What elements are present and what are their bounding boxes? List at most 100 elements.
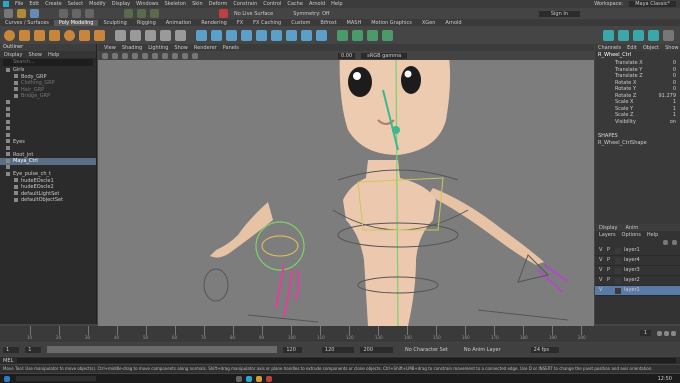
close-icon[interactable] bbox=[663, 29, 674, 41]
isolate-icon[interactable] bbox=[172, 52, 178, 59]
colorspace-select[interactable]: sRGB gamma bbox=[361, 52, 408, 59]
command-input[interactable] bbox=[17, 358, 676, 363]
hud-icon[interactable] bbox=[192, 52, 198, 59]
menu-skeleton[interactable]: Skeleton bbox=[164, 1, 186, 7]
poly-plane-icon[interactable] bbox=[79, 29, 90, 41]
shelf-tab[interactable]: Rigging bbox=[132, 20, 161, 26]
layer-row-selected[interactable]: Vlayer1 bbox=[595, 286, 680, 296]
viewport-menu-view[interactable]: View bbox=[104, 45, 116, 51]
poly-cone-icon[interactable] bbox=[49, 29, 60, 41]
play-icon[interactable] bbox=[664, 330, 669, 336]
start-icon[interactable] bbox=[4, 375, 10, 382]
menu-skin[interactable]: Skin bbox=[192, 1, 203, 7]
select-component-icon[interactable] bbox=[85, 9, 94, 18]
modeling-toolkit-icon[interactable] bbox=[603, 29, 614, 41]
attribute-editor-icon[interactable] bbox=[618, 29, 629, 41]
layer-row[interactable]: V Player2 bbox=[595, 276, 680, 286]
current-frame-field[interactable]: 1 bbox=[639, 330, 651, 336]
new-layer-selected-icon[interactable] bbox=[672, 239, 677, 245]
menu-arnold[interactable]: Arnold bbox=[309, 1, 325, 7]
outliner-menu-display[interactable]: Display bbox=[4, 52, 22, 58]
mirror-icon[interactable] bbox=[175, 29, 186, 41]
snap-curve-icon[interactable] bbox=[137, 9, 146, 18]
shelf-tab[interactable]: MASH bbox=[342, 20, 367, 26]
bridge-icon[interactable] bbox=[211, 29, 222, 41]
select-object-icon[interactable] bbox=[72, 9, 81, 18]
channel-box-icon[interactable] bbox=[648, 29, 659, 41]
menu-windows[interactable]: Windows bbox=[136, 1, 158, 7]
taskbar-app-icon[interactable] bbox=[246, 375, 252, 382]
channels-menu[interactable]: Channels bbox=[598, 45, 621, 51]
menu-modify[interactable]: Modify bbox=[89, 1, 106, 7]
command-line[interactable]: MEL bbox=[0, 357, 680, 364]
save-scene-icon[interactable] bbox=[30, 9, 39, 18]
multi-cut-icon[interactable] bbox=[271, 29, 282, 41]
taskbar-app-icon[interactable] bbox=[236, 375, 242, 382]
exposure-field[interactable]: 0.00 bbox=[338, 52, 356, 59]
range-end-field[interactable]: 120 bbox=[283, 346, 302, 353]
smooth-icon[interactable] bbox=[145, 29, 156, 41]
options-menu[interactable]: Options bbox=[622, 232, 641, 238]
viewport-menu-show[interactable]: Show bbox=[174, 45, 188, 51]
shelf-tab-active[interactable]: Poly Modeling bbox=[53, 19, 99, 26]
character-set-select[interactable]: No Character Set bbox=[405, 347, 448, 353]
wrist-control[interactable] bbox=[255, 221, 305, 271]
command-mode-label[interactable]: MEL bbox=[3, 358, 13, 364]
poly-cube-icon[interactable] bbox=[19, 29, 30, 41]
menu-select[interactable]: Select bbox=[68, 1, 83, 7]
anim-layer-select[interactable]: No Anim Layer bbox=[464, 347, 501, 353]
fill-hole-icon[interactable] bbox=[256, 29, 267, 41]
quad-draw-icon[interactable] bbox=[316, 29, 327, 41]
total-frame-field[interactable]: 200 bbox=[360, 346, 394, 353]
menu-help[interactable]: Help bbox=[331, 1, 342, 7]
layer-row[interactable]: V Player3 bbox=[595, 266, 680, 276]
menu-deform[interactable]: Deform bbox=[209, 1, 228, 7]
edit-menu[interactable]: Edit bbox=[627, 45, 637, 51]
workspace-select[interactable]: Maya Classic* bbox=[629, 1, 676, 7]
poly-cylinder-icon[interactable] bbox=[34, 29, 45, 41]
new-layer-icon[interactable] bbox=[663, 239, 668, 245]
layers-menu[interactable]: Layers bbox=[599, 232, 616, 238]
viewport-panel[interactable]: View Shading Lighting Show Renderer Pane… bbox=[98, 44, 594, 326]
menu-display[interactable]: Display bbox=[112, 1, 130, 7]
attr-row[interactable]: Visibility on bbox=[595, 119, 680, 126]
magnet-icon[interactable] bbox=[219, 9, 228, 18]
poly-sphere-icon[interactable] bbox=[4, 29, 15, 41]
select-hierarchy-icon[interactable] bbox=[59, 9, 68, 18]
live-surface-label[interactable]: No Live Surface bbox=[234, 11, 273, 17]
uv-editor-icon[interactable] bbox=[337, 29, 348, 41]
shelf-tab[interactable]: FX Caching bbox=[248, 20, 286, 26]
viewport-menu-renderer[interactable]: Renderer bbox=[194, 45, 217, 51]
tab-anim[interactable]: Anim bbox=[625, 225, 638, 231]
range-start-field[interactable]: 1 bbox=[25, 346, 42, 353]
outliner-menu-show[interactable]: Show bbox=[28, 52, 42, 58]
shape-name[interactable]: R_Wheel_CtrlShape bbox=[595, 140, 680, 147]
go-to-start-icon[interactable] bbox=[657, 330, 662, 336]
time-slider[interactable]: 10 20 30 40 50 60 70 80 90 100 110 120 130 140 150 160 1… bbox=[0, 326, 680, 342]
connect-icon[interactable] bbox=[301, 29, 312, 41]
poly-disc-icon[interactable] bbox=[94, 29, 105, 41]
menu-constrain[interactable]: Constrain bbox=[233, 1, 257, 7]
viewport-menu-panels[interactable]: Panels bbox=[223, 45, 239, 51]
viewport-menu-shading[interactable]: Shading bbox=[122, 45, 142, 51]
shelf-tab[interactable]: XGen bbox=[417, 20, 441, 26]
outliner-search-input[interactable]: Search... bbox=[3, 59, 93, 66]
combine-icon[interactable] bbox=[115, 29, 126, 41]
go-to-end-icon[interactable] bbox=[671, 330, 676, 336]
end-frame-field[interactable]: 120 bbox=[321, 346, 355, 353]
snap-grid-icon[interactable] bbox=[124, 9, 133, 18]
taskbar-app-icon[interactable] bbox=[256, 375, 262, 382]
boolean-icon[interactable] bbox=[160, 29, 171, 41]
shelf-tab[interactable]: Arnold bbox=[440, 20, 466, 26]
smooth-shade-icon[interactable] bbox=[122, 52, 128, 59]
xray-icon[interactable] bbox=[162, 52, 168, 59]
tool-settings-icon[interactable] bbox=[633, 29, 644, 41]
menu-edit[interactable]: Edit bbox=[29, 1, 39, 7]
start-frame-field[interactable]: 1 bbox=[3, 346, 20, 353]
layer-row[interactable]: V Player4 bbox=[595, 256, 680, 266]
outliner-item[interactable]: defaultObjectSet bbox=[0, 197, 96, 204]
shelf-tab[interactable]: Animation bbox=[161, 20, 197, 26]
left-hand-controls[interactable] bbox=[275, 264, 300, 317]
shadows-icon[interactable] bbox=[152, 52, 158, 59]
show-menu[interactable]: Show bbox=[665, 45, 679, 51]
